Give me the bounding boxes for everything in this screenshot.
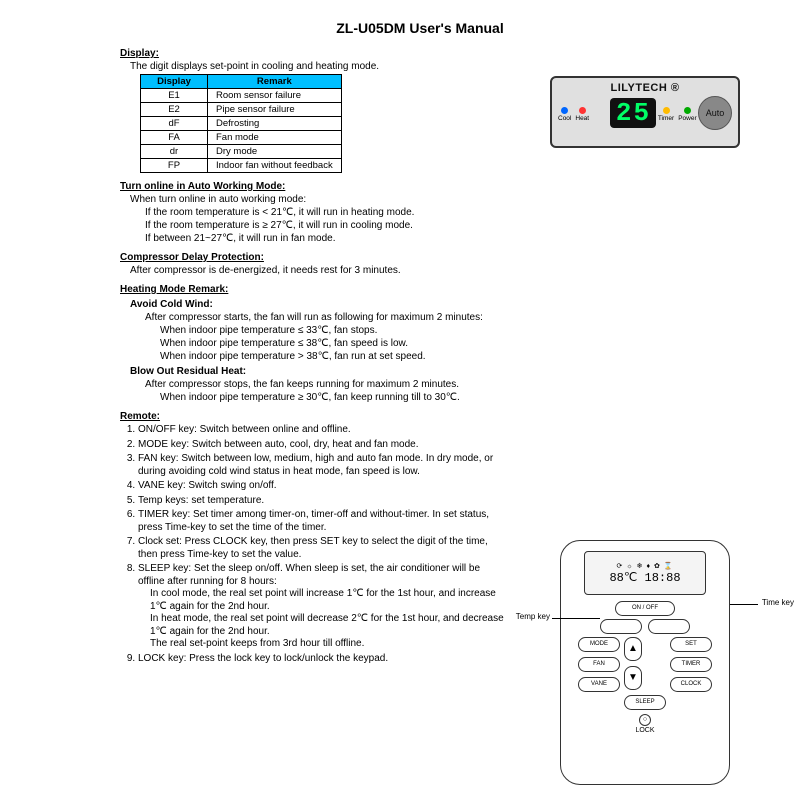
remote-list: ON/OFF key: Switch between online and of… [120,424,508,665]
table-header-remark: Remark [208,75,342,89]
avoid-cold-heading: Avoid Cold Wind: [130,299,770,310]
auto-mode-line: If between 21~27℃, it will run in fan mo… [145,233,770,244]
table-row: E1Room sensor failure [141,89,342,103]
lcd-icons: ⟳ ☼ ❄ ♦ ✿ ⌛ [616,562,673,570]
vane-button: VANE [578,677,620,692]
callout-line [730,604,758,605]
remote-control-figure: ⟳ ☼ ❄ ♦ ✿ ⌛ 88℃ 18:88 ON / OFF MODE FAN … [560,540,730,785]
up-button: ▲ [624,637,642,661]
time-key-callout: Time key [762,598,794,607]
heat-led-icon [579,107,586,114]
led-heat: Heat [575,107,589,122]
display-intro: The digit displays set-point in cooling … [130,61,770,72]
heating-heading: Heating Mode Remark: [120,284,770,295]
page-title: ZL-U05DM User's Manual [70,20,770,36]
timer-button: TIMER [670,657,712,672]
remote-item: Clock set: Press CLOCK key, then press S… [138,536,508,561]
temp-minus-button [600,619,642,634]
remote-item: Temp keys: set temperature. [138,495,508,508]
remote-item: LOCK key: Press the lock key to lock/unl… [138,653,508,666]
clock-button: CLOCK [670,677,712,692]
time-minus-button [648,619,690,634]
remote-subitem: In cool mode, the real set point will in… [150,588,508,613]
table-row: dFDefrosting [141,117,342,131]
auto-mode-heading: Turn online in Auto Working Mode: [120,181,770,192]
avoid-line: When indoor pipe temperature ≤ 33℃, fan … [160,325,770,336]
timer-led-icon [663,107,670,114]
remote-subitem: In heat mode, the real set point will de… [150,613,508,638]
remote-item: FAN key: Switch between low, medium, hig… [138,453,508,478]
remote-subitem: The real set-point keeps from 3rd hour t… [150,638,508,651]
auto-button: Auto [698,96,732,130]
avoid-line: After compressor starts, the fan will ru… [145,312,770,323]
sleep-button: SLEEP [624,695,666,710]
table-row: drDry mode [141,145,342,159]
down-button: ▼ [624,666,642,690]
brand-label: LILYTECH ® [558,82,732,94]
remote-item: VANE key: Switch swing on/off. [138,480,508,493]
led-power: Power [678,107,696,122]
onoff-button: ON / OFF [615,601,675,616]
lock-icon: ○ [639,714,651,726]
table-row: E2Pipe sensor failure [141,103,342,117]
set-button: SET [670,637,712,652]
blow-out-heading: Blow Out Residual Heat: [130,366,770,377]
temp-key-callout: Temp key [516,612,550,621]
remote-item: ON/OFF key: Switch between online and of… [138,424,508,437]
led-cool: Cool [558,107,571,122]
callout-line [552,618,600,619]
display-panel-figure: LILYTECH ® Cool Heat 25 Timer Power Auto [550,76,740,148]
error-code-table: Display Remark E1Room sensor failure E2P… [140,74,342,173]
mode-button: MODE [578,637,620,652]
remote-item: MODE key: Switch between auto, cool, dry… [138,439,508,452]
compressor-heading: Compressor Delay Protection: [120,252,770,263]
avoid-line: When indoor pipe temperature > 38℃, fan … [160,351,770,362]
remote-item: TIMER key: Set timer among timer-on, tim… [138,509,508,534]
compressor-line: After compressor is de-energized, it nee… [130,265,770,276]
blow-line: When indoor pipe temperature ≥ 30℃, fan … [160,392,770,403]
table-header-display: Display [141,75,208,89]
remote-lcd: ⟳ ☼ ❄ ♦ ✿ ⌛ 88℃ 18:88 [584,551,706,595]
auto-mode-line: If the room temperature is ≥ 27℃, it wil… [145,220,770,231]
remote-heading: Remote: [120,411,770,422]
auto-mode-line: When turn online in auto working mode: [130,194,770,205]
table-row: FAFan mode [141,131,342,145]
led-timer: Timer [658,107,674,122]
power-led-icon [684,107,691,114]
cool-led-icon [561,107,568,114]
remote-item: SLEEP key: Set the sleep on/off. When sl… [138,563,508,651]
lock-button: ○ LOCK [561,714,729,734]
auto-mode-line: If the room temperature is < 21℃, it wil… [145,207,770,218]
avoid-line: When indoor pipe temperature ≤ 38℃, fan … [160,338,770,349]
blow-line: After compressor stops, the fan keeps ru… [145,379,770,390]
seven-segment-display: 25 [610,98,656,128]
lcd-reading: 88℃ 18:88 [609,570,680,585]
table-row: FPIndoor fan without feedback [141,159,342,173]
display-heading: Display: [120,48,770,59]
fan-button: FAN [578,657,620,672]
